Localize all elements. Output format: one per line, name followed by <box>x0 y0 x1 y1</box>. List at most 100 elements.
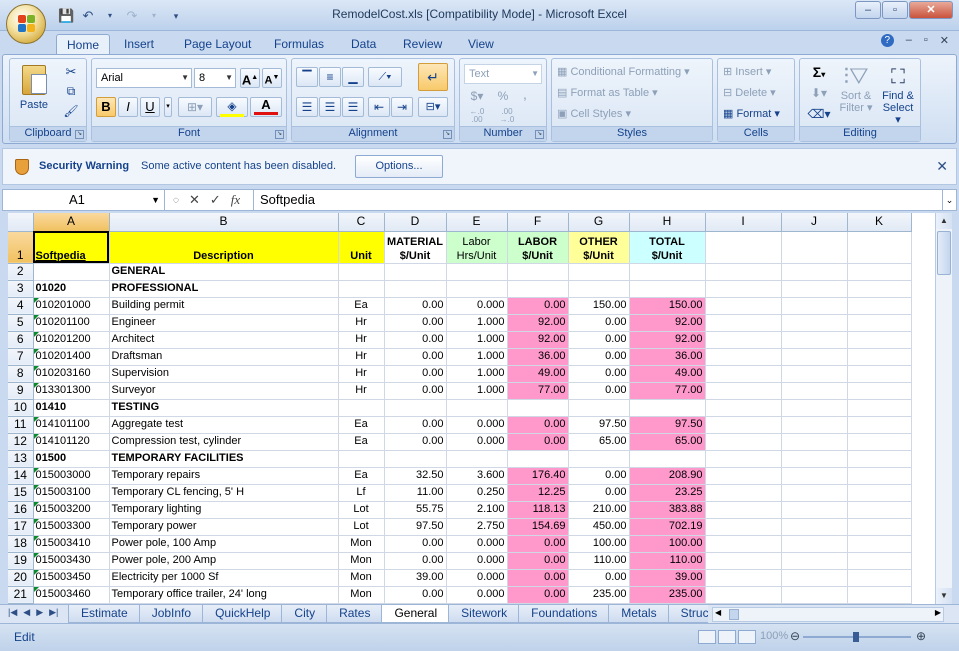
font-color-button[interactable]: A <box>250 97 282 117</box>
cell[interactable]: 0.000 <box>446 552 508 570</box>
cell[interactable]: 235.00 <box>568 586 630 604</box>
cell[interactable]: 010201400 <box>33 348 110 366</box>
tab-insert[interactable]: Insert <box>114 34 164 55</box>
cell[interactable]: 0.00 <box>568 331 630 349</box>
cell[interactable]: 39.00 <box>629 569 706 587</box>
cell[interactable] <box>847 280 912 298</box>
cell[interactable] <box>781 416 848 434</box>
cell[interactable]: 0.00 <box>507 433 569 451</box>
cell[interactable]: Mon <box>338 535 385 553</box>
cell[interactable]: 92.00 <box>629 331 706 349</box>
cell-styles-button[interactable]: ▣ Cell Styles ▾ <box>556 105 710 123</box>
cell[interactable]: 36.00 <box>629 348 706 366</box>
cell[interactable] <box>705 450 782 468</box>
column-header[interactable]: G <box>568 213 630 232</box>
cell[interactable]: 01020 <box>33 280 110 298</box>
cell[interactable] <box>705 416 782 434</box>
help-icon[interactable]: ? <box>880 34 894 47</box>
close-button[interactable]: ✕ <box>909 1 953 19</box>
cell[interactable]: 1.000 <box>446 314 508 332</box>
cell[interactable]: Temporary CL fencing, 5' H <box>109 484 339 502</box>
cell[interactable]: 010203160 <box>33 365 110 383</box>
row-header[interactable]: 11 <box>8 416 34 434</box>
delete-cells-button[interactable]: ⊟ Delete ▾ <box>722 84 792 102</box>
decrease-decimal-icon[interactable]: .00 →.0 <box>494 107 520 125</box>
cell[interactable] <box>781 231 848 264</box>
zoom-in-icon[interactable]: ⊕ <box>916 629 926 643</box>
cell[interactable]: 65.00 <box>568 433 630 451</box>
cell[interactable] <box>705 518 782 536</box>
cell[interactable]: 0.00 <box>384 331 447 349</box>
cell[interactable]: TESTING <box>109 399 339 417</box>
cell[interactable]: 0.00 <box>568 467 630 485</box>
cell[interactable] <box>705 535 782 553</box>
cell[interactable]: 0.00 <box>568 314 630 332</box>
insert-function-icon[interactable]: fx <box>231 192 240 208</box>
decrease-indent-icon[interactable]: ⇤ <box>368 97 390 117</box>
sheet-tab[interactable]: Foundations <box>518 605 611 623</box>
column-header[interactable]: I <box>705 213 782 232</box>
row-header[interactable]: 17 <box>8 518 34 536</box>
cell[interactable] <box>446 280 508 298</box>
column-header[interactable]: J <box>781 213 848 232</box>
cell[interactable]: 0.00 <box>384 314 447 332</box>
worksheet-grid[interactable]: A B C D E F G H I J K 1 Softpedia Descri… <box>8 213 935 604</box>
font-launcher-icon[interactable]: ↘ <box>275 130 284 139</box>
cell[interactable] <box>705 484 782 502</box>
cell[interactable]: 150.00 <box>629 297 706 315</box>
cell[interactable]: Draftsman <box>109 348 339 366</box>
row-header[interactable]: 5 <box>8 314 34 332</box>
cell[interactable] <box>568 450 630 468</box>
cell[interactable]: 0.00 <box>507 416 569 434</box>
cell[interactable] <box>847 382 912 400</box>
find-select-button[interactable]: ⛶ Find & Select ▾ <box>878 63 918 126</box>
comma-button[interactable]: , <box>516 87 534 105</box>
cell[interactable]: 92.00 <box>629 314 706 332</box>
cell[interactable] <box>847 484 912 502</box>
cell[interactable]: 118.13 <box>507 501 569 519</box>
cell[interactable] <box>705 331 782 349</box>
cell[interactable] <box>847 263 912 281</box>
cell[interactable]: 013301300 <box>33 382 110 400</box>
cell[interactable]: 0.00 <box>384 416 447 434</box>
cell[interactable] <box>384 450 447 468</box>
cell[interactable] <box>781 450 848 468</box>
cell[interactable] <box>781 569 848 587</box>
cell[interactable]: Surveyor <box>109 382 339 400</box>
cell[interactable] <box>507 450 569 468</box>
cell[interactable]: 015003450 <box>33 569 110 587</box>
cell[interactable] <box>446 399 508 417</box>
cell[interactable]: Architect <box>109 331 339 349</box>
cell[interactable]: Temporary power <box>109 518 339 536</box>
normal-view-icon[interactable] <box>698 630 716 644</box>
cell[interactable] <box>507 399 569 417</box>
cell[interactable]: 0.00 <box>507 569 569 587</box>
cut-icon[interactable]: ✂ <box>62 63 80 79</box>
scroll-right-icon[interactable]: ▶ <box>935 608 941 617</box>
cell[interactable] <box>705 467 782 485</box>
cell[interactable] <box>705 348 782 366</box>
name-box[interactable]: A1 ▼ <box>3 190 165 210</box>
cell[interactable] <box>781 518 848 536</box>
next-sheet-icon[interactable]: ▶ <box>36 607 43 618</box>
cell[interactable]: Power pole, 200 Amp <box>109 552 339 570</box>
cell[interactable]: 450.00 <box>568 518 630 536</box>
cell[interactable]: 0.00 <box>384 365 447 383</box>
cell[interactable]: 3.600 <box>446 467 508 485</box>
cell[interactable] <box>781 331 848 349</box>
cell[interactable] <box>781 433 848 451</box>
cell[interactable]: Mon <box>338 552 385 570</box>
row-header[interactable]: 14 <box>8 467 34 485</box>
cell[interactable]: 0.250 <box>446 484 508 502</box>
tab-page-layout[interactable]: Page Layout <box>174 34 261 55</box>
cell[interactable] <box>781 382 848 400</box>
cell[interactable]: Hr <box>338 314 385 332</box>
tab-home[interactable]: Home <box>56 34 111 55</box>
column-header[interactable]: H <box>629 213 706 232</box>
column-header[interactable]: E <box>446 213 508 232</box>
last-sheet-icon[interactable]: ▶| <box>49 607 58 618</box>
cell[interactable]: Hr <box>338 348 385 366</box>
cell[interactable] <box>629 450 706 468</box>
cell[interactable]: MATERIAL $/Unit <box>384 231 447 264</box>
tab-view[interactable]: View <box>458 34 504 55</box>
